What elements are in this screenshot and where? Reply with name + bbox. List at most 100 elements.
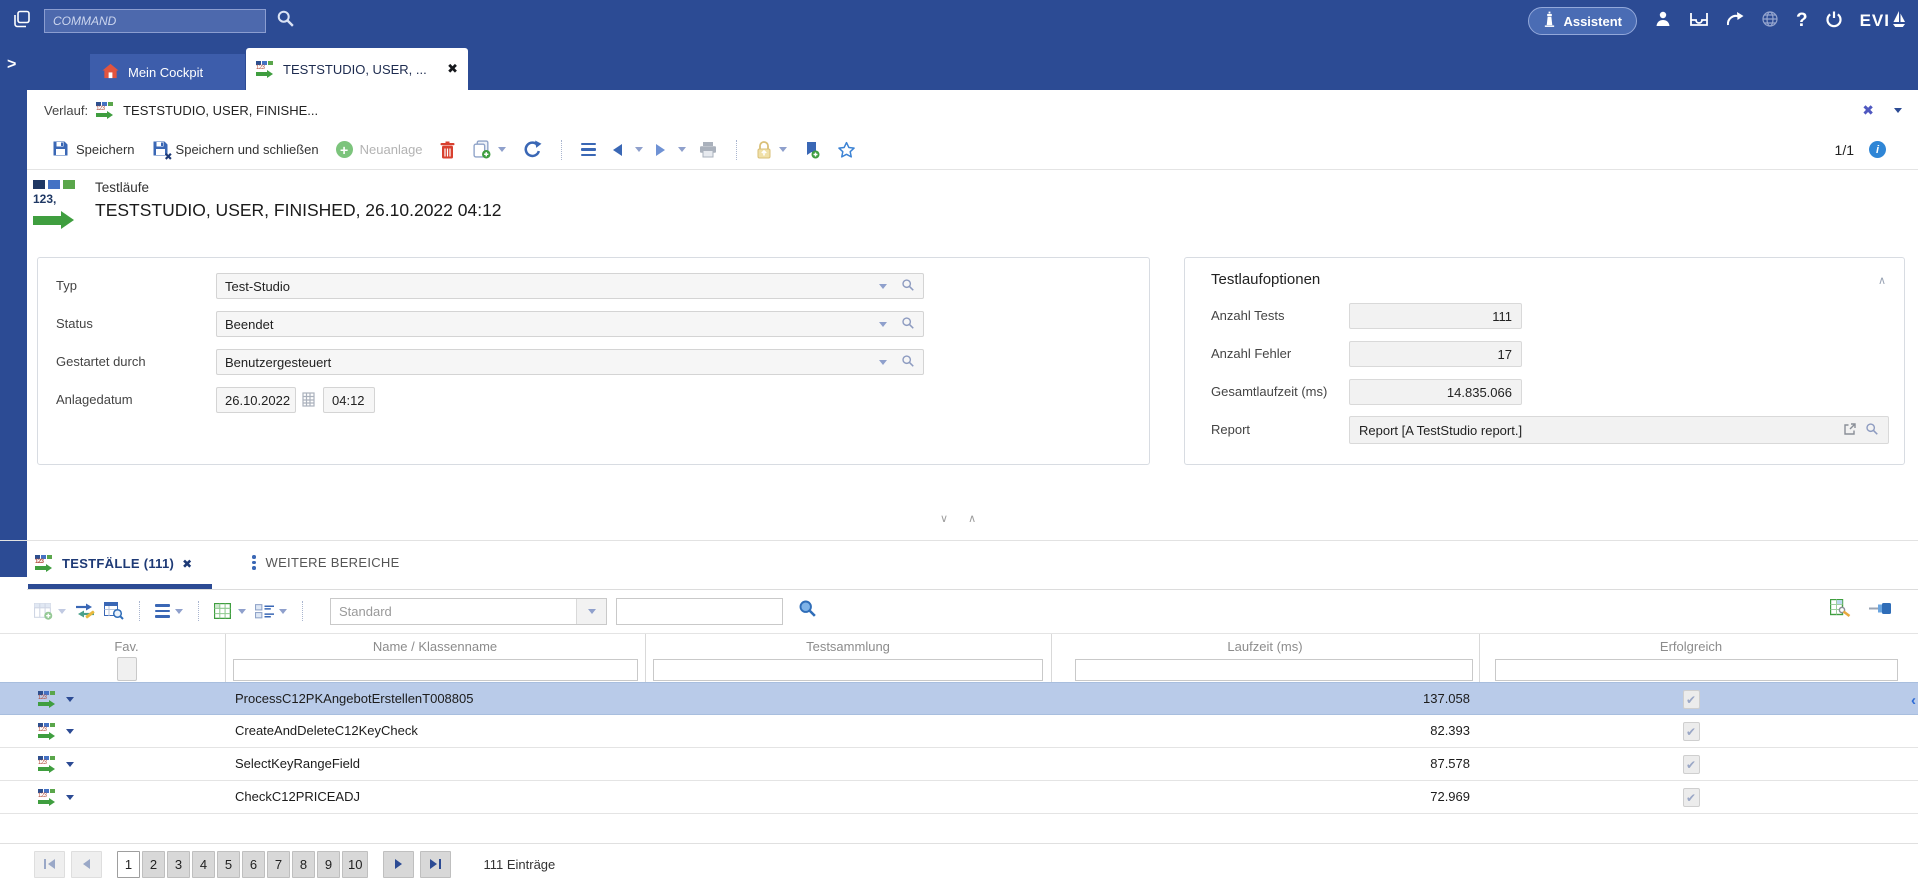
next-dropdown-icon[interactable] [678,147,686,152]
info-icon[interactable]: i [1869,141,1886,158]
history-entry[interactable]: 123 TESTSTUDIO, USER, FINISHE... [96,102,318,119]
status-lookup-icon[interactable] [901,316,915,333]
column-header-laufzeit[interactable]: Laufzeit (ms) [1051,639,1479,654]
history-dropdown-icon[interactable] [1894,108,1902,113]
collapse-panel-icon[interactable]: ∧ [1878,274,1886,287]
save-and-close-button[interactable]: ✖ Speichern und schließen [148,137,323,163]
refresh-button[interactable] [519,137,546,162]
collapse-side-panel-icon[interactable]: ‹ [1911,692,1916,709]
column-header-testsammlung[interactable]: Testsammlung [645,639,1051,654]
view-select-button[interactable] [576,599,606,624]
tab-testfaelle[interactable]: 123 TESTFÄLLE (111) ✖ [35,555,193,572]
lock-button[interactable] [752,138,791,162]
success-checkbox[interactable]: ✔ [1683,755,1700,774]
tab-close-icon[interactable]: ✖ [447,61,458,77]
grid-view-dropdown-icon[interactable] [238,609,246,614]
transfer-edit-button[interactable] [75,602,95,620]
table-row[interactable]: 123 CreateAndDeleteC12KeyCheck 82.393 ✔ [0,715,1918,748]
help-icon[interactable]: ? [1796,10,1808,32]
table-menu-dropdown-icon[interactable] [175,609,183,614]
open-external-icon[interactable] [1843,422,1857,439]
save-button[interactable]: Speichern [48,137,139,163]
window-stack-icon[interactable] [12,9,32,34]
splitter-collapse-down-icon[interactable]: ∨ [940,512,948,525]
gestartet-durch-select[interactable]: Benutzergesteuert [216,349,924,375]
column-header-fav[interactable]: Fav. [28,639,225,654]
history-close-icon[interactable]: ✖ [1862,102,1874,119]
table-search-submit-icon[interactable] [798,599,817,623]
gestartet-durch-dropdown-icon[interactable] [879,360,887,365]
pin-panel-button[interactable] [1869,602,1892,620]
typ-select[interactable]: Test-Studio [216,273,924,299]
page-button-5[interactable]: 5 [217,851,240,878]
user-icon[interactable] [1654,10,1672,33]
page-button-2[interactable]: 2 [142,851,165,878]
column-header-erfolgreich[interactable]: Erfolgreich [1479,639,1903,654]
delete-button[interactable] [436,138,459,162]
table-row[interactable]: 123 SelectKeyRangeField 87.578 ✔ [0,748,1918,781]
redo-icon[interactable] [1726,11,1744,32]
column-settings-button[interactable] [1830,599,1851,623]
previous-page-button[interactable] [71,851,102,878]
nav-next-button[interactable] [652,141,669,159]
name-filter-input[interactable] [233,659,638,681]
page-button-8[interactable]: 8 [292,851,315,878]
page-button-7[interactable]: 7 [267,851,290,878]
typ-lookup-icon[interactable] [901,278,915,295]
typ-dropdown-icon[interactable] [879,284,887,289]
copy-dropdown-icon[interactable] [498,147,506,152]
row-dropdown-icon[interactable] [66,762,74,767]
table-search-button[interactable] [104,602,124,620]
favorite-star-button[interactable] [833,138,860,162]
bookmark-add-button[interactable] [800,138,824,162]
expand-sidebar-chevron-icon[interactable]: > [7,56,16,74]
row-dropdown-icon[interactable] [66,697,74,702]
splitter-collapse-up-icon[interactable]: ∧ [968,512,976,525]
table-row[interactable]: 123 ProcessC12PKAngebotErstellenT008805 … [0,682,1918,715]
page-button-4[interactable]: 4 [192,851,215,878]
success-checkbox[interactable]: ✔ [1683,722,1700,741]
command-search-icon[interactable] [276,9,295,33]
next-page-button[interactable] [383,851,414,878]
list-view-dropdown-icon[interactable] [279,609,287,614]
previous-dropdown-icon[interactable] [635,147,643,152]
success-checkbox[interactable]: ✔ [1683,788,1700,807]
table-row[interactable]: 123 CheckC12PRICEADJ 72.969 ✔ [0,781,1918,814]
assistant-button[interactable]: Assistent [1528,7,1637,35]
status-dropdown-icon[interactable] [879,322,887,327]
testfaelle-close-icon[interactable]: ✖ [182,557,192,571]
copy-record-button[interactable] [468,137,510,162]
grid-view-button[interactable] [214,603,246,620]
erfolgreich-filter-input[interactable] [1495,659,1898,681]
fav-filter-checkbox[interactable] [117,657,137,681]
list-view-button[interactable] [255,604,287,619]
view-select[interactable]: Standard [330,598,607,625]
table-menu-button[interactable] [155,604,183,618]
menu-button[interactable] [577,140,600,160]
last-page-button[interactable] [420,851,451,878]
testsammlung-filter-input[interactable] [653,659,1043,681]
page-button-3[interactable]: 3 [167,851,190,878]
new-record-button[interactable]: + Neuanlage [332,138,427,161]
anlagedatum-date-input[interactable]: 26.10.2022 [216,387,296,413]
status-select[interactable]: Beendet [216,311,924,337]
add-row-button[interactable] [34,603,66,620]
tab-teststudio-active[interactable]: 123 TESTSTUDIO, USER, ... ✖ [246,48,468,90]
tab-mein-cockpit[interactable]: Mein Cockpit [90,54,245,90]
first-page-button[interactable] [34,851,65,878]
report-lookup-icon[interactable] [1865,422,1879,439]
column-header-name[interactable]: Name / Klassenname [225,639,645,654]
power-icon[interactable] [1825,10,1843,33]
tab-weitere-bereiche[interactable]: WEITERE BEREICHE [252,555,400,570]
calendar-icon[interactable] [302,391,315,412]
table-search-input[interactable] [616,598,783,625]
row-dropdown-icon[interactable] [66,729,74,734]
page-button-9[interactable]: 9 [317,851,340,878]
report-field[interactable]: Report [A TestStudio report.] [1349,416,1889,444]
gestartet-durch-lookup-icon[interactable] [901,354,915,371]
nav-previous-button[interactable] [609,141,626,159]
anlagedatum-time-input[interactable]: 04:12 [323,387,375,413]
globe-icon[interactable] [1761,10,1779,33]
print-button[interactable] [695,138,721,161]
command-input[interactable] [44,9,266,33]
